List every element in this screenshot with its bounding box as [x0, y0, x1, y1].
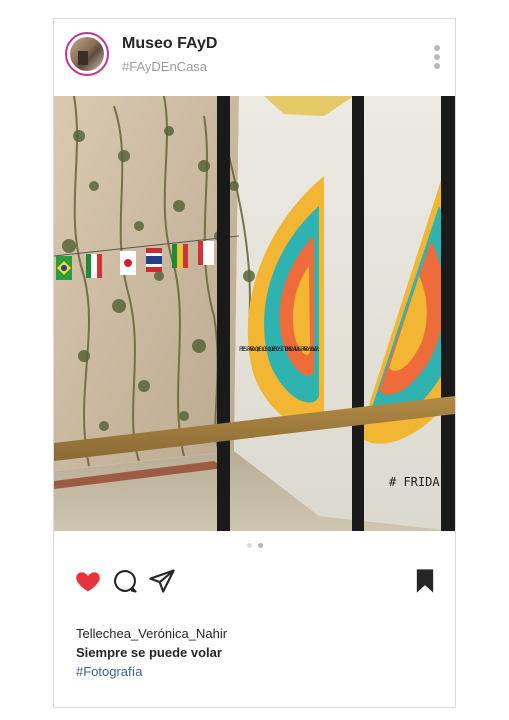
bookmark-icon[interactable]: [411, 567, 439, 595]
more-vertical-icon[interactable]: [433, 45, 441, 71]
post-hashtag[interactable]: #Fotografía: [76, 664, 143, 679]
carousel-dot-active[interactable]: [257, 543, 263, 548]
post-caption: Siempre se puede volar: [76, 645, 222, 660]
comment-icon[interactable]: [111, 567, 139, 595]
avatar-image: [70, 37, 104, 71]
post-author[interactable]: Tellechea_Verónica_Nahir: [76, 626, 227, 641]
heart-icon[interactable]: [74, 567, 102, 595]
carousel-dot[interactable]: [246, 543, 252, 548]
avatar[interactable]: [65, 32, 109, 76]
mural-text: PIES PARA QUE LOS QUIERO SI TENGO ALAS P…: [239, 345, 319, 353]
mural-signature: # FRIDA: [389, 475, 440, 489]
carousel-indicator: [54, 543, 455, 548]
post-actions: [54, 567, 455, 597]
paper-plane-icon[interactable]: [148, 567, 176, 595]
post-username[interactable]: Museo FAyD: [122, 35, 217, 53]
post-photo[interactable]: PIES PARA QUE LOS QUIERO SI TENGO ALAS P…: [54, 96, 455, 531]
post-card: Museo FAyD #FAyDEnCasa PIES PARA QUE LOS…: [53, 18, 456, 708]
post-subtitle[interactable]: #FAyDEnCasa: [122, 59, 207, 74]
